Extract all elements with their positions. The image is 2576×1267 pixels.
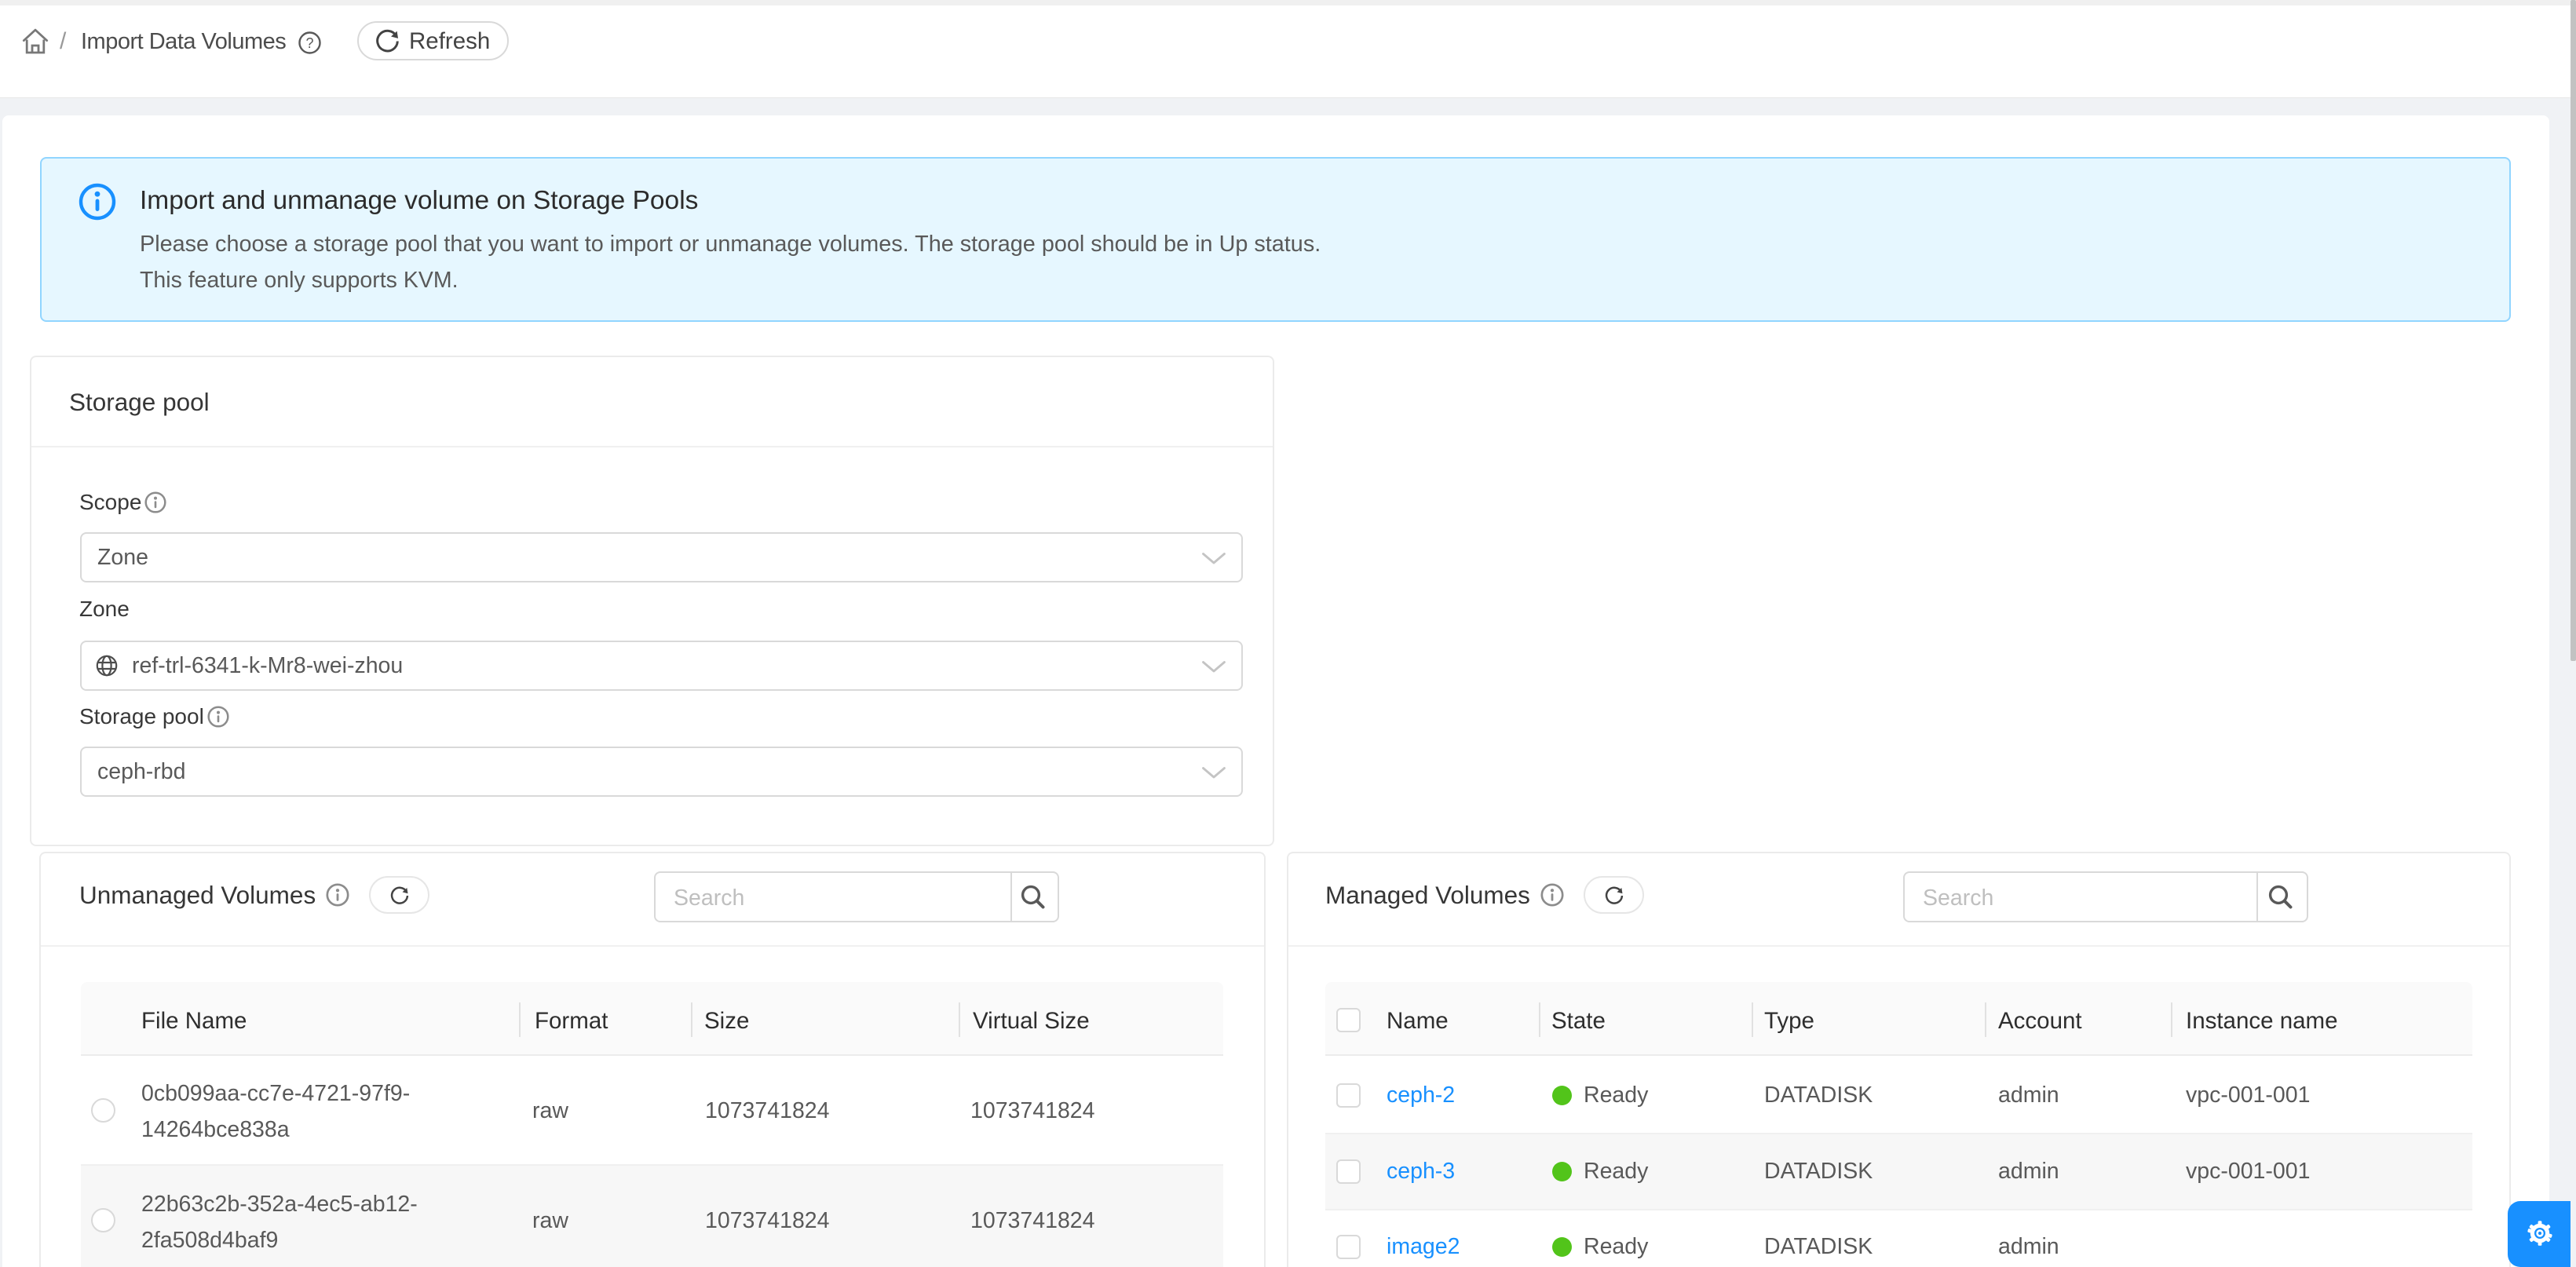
- svg-text:?: ?: [305, 35, 313, 51]
